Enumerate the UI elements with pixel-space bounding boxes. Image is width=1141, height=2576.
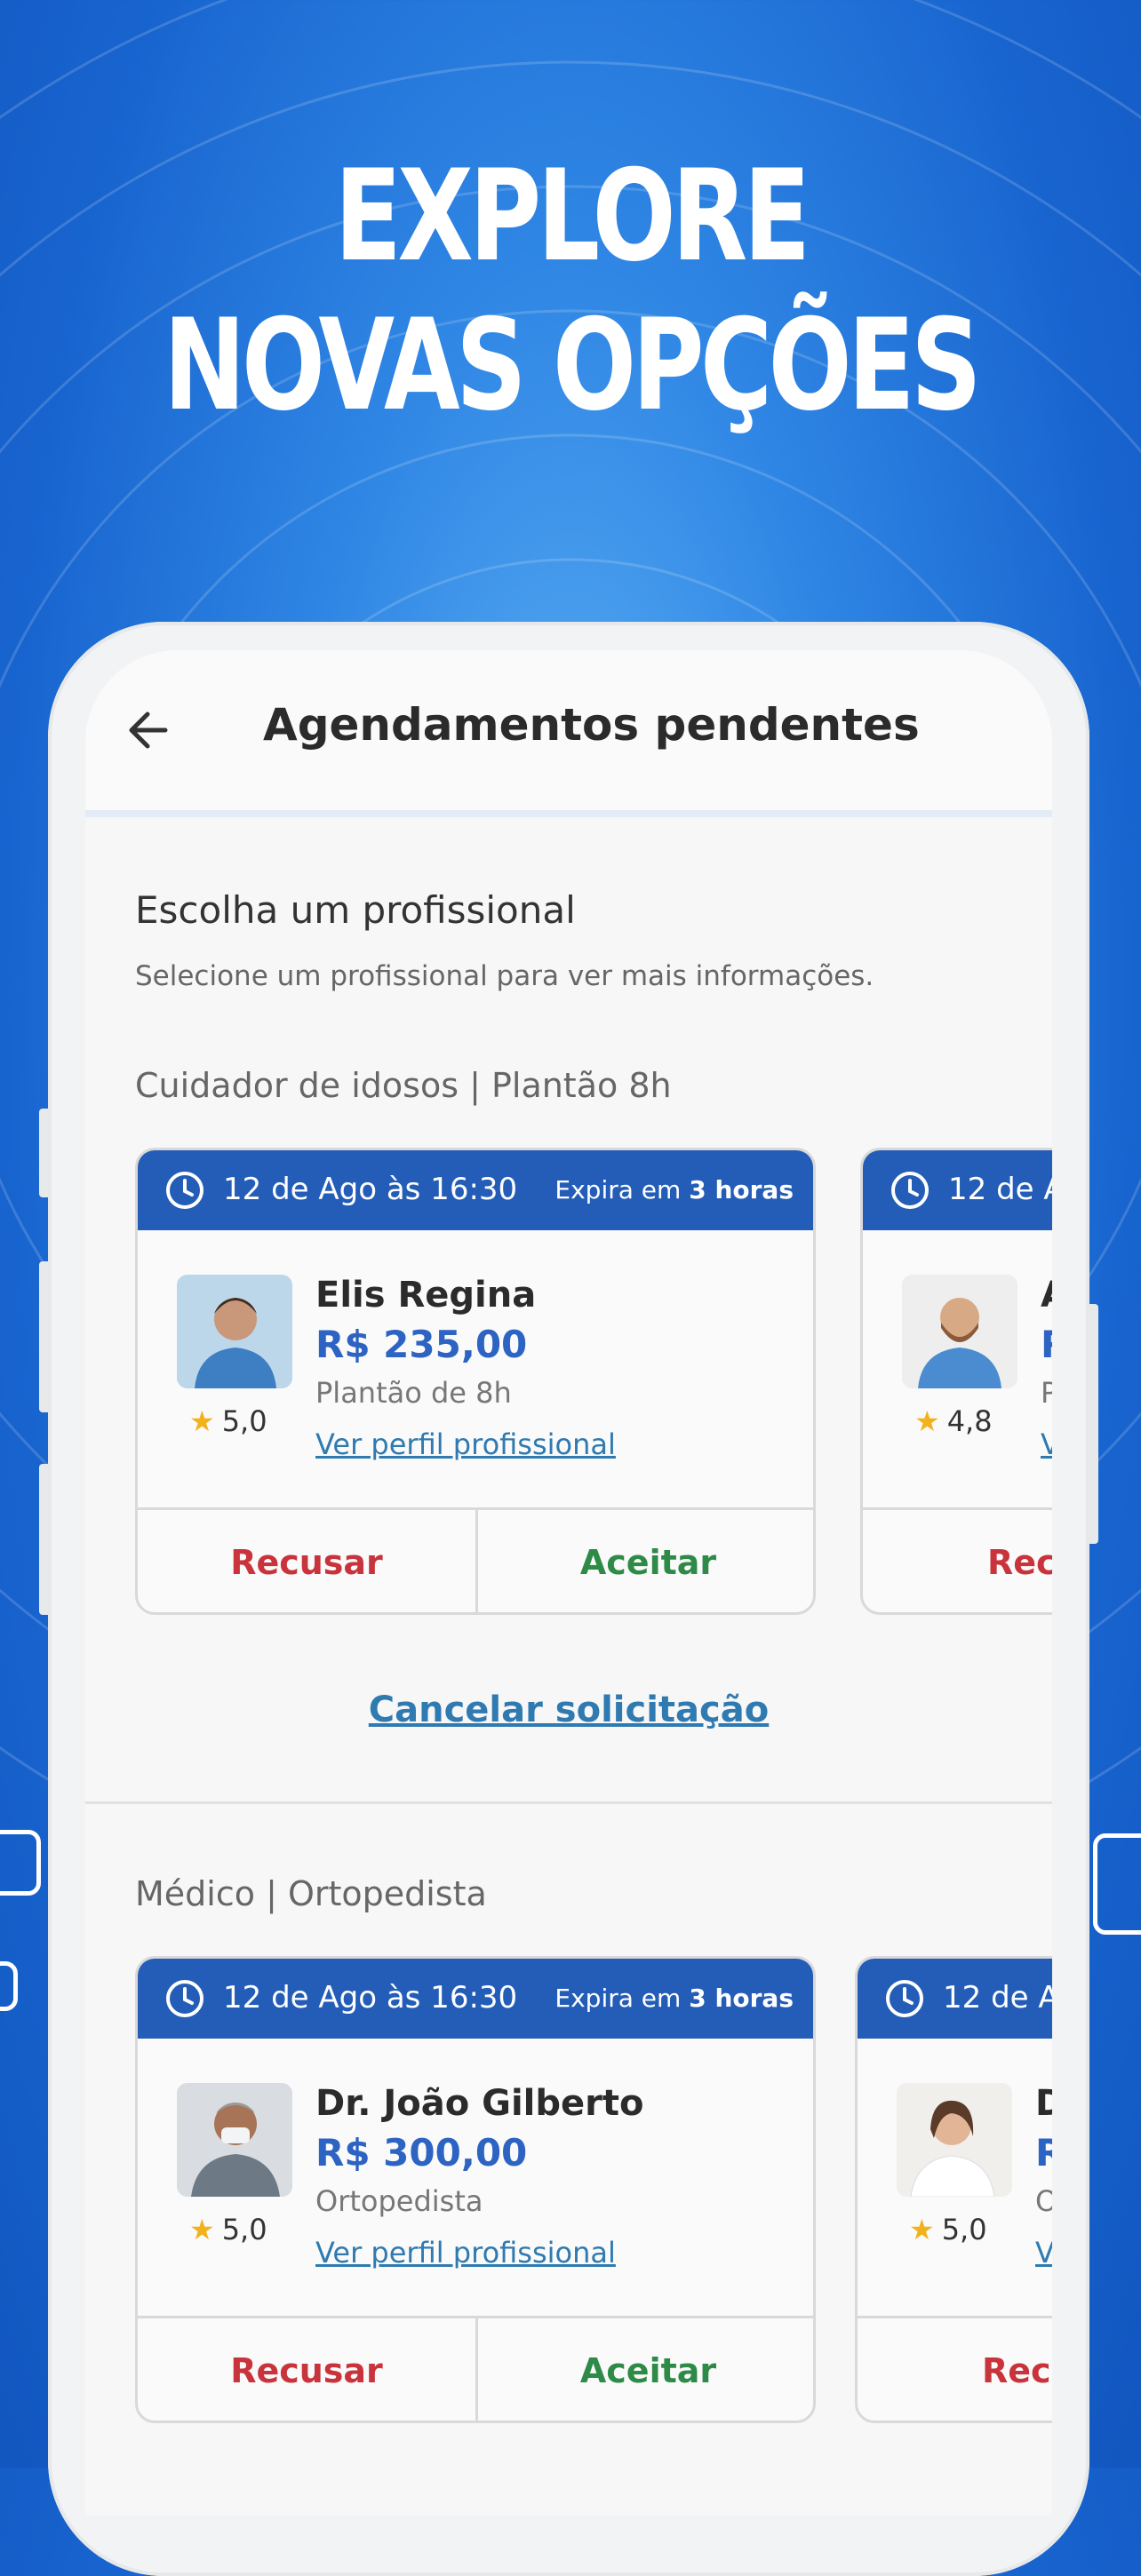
rating: ★ 5,0 [189,1404,267,1438]
page-title: Agendamentos pendentes [263,699,920,751]
card-actions: Recu [858,2316,1052,2421]
professional-card: 12 de Ago às 16:30 Expira em 3 horas ★ 5,… [135,1148,816,1615]
card-header: 12 de A [863,1150,1052,1230]
top-bar: Agendamentos pendentes [85,650,1052,817]
section-divider [85,1801,1052,1804]
card-date: 12 de Ag [943,1980,1052,2015]
professional-name: A [1041,1275,1052,1316]
rating: ★ 5,0 [189,2213,267,2246]
card-expiry: Expira em 3 horas [555,1175,794,1205]
decorative-side-shape [0,1830,41,1896]
headline-line-2: NOVAS OPÇÕES [163,292,982,439]
clock-icon [891,1172,929,1209]
card-header: 12 de Ago às 16:30 Expira em 3 horas [138,1959,813,2039]
professional-card: 12 de A ★4,8 A R P V Rec [860,1148,1052,1615]
avatar [177,2083,292,2197]
professional-price: R$ 300,00 [315,2131,528,2174]
card-date: 12 de A [948,1172,1052,1207]
avatar [177,1275,292,1388]
clock-icon [886,1980,923,2017]
card-header: 12 de Ago às 16:30 Expira em 3 horas [138,1150,813,1230]
rating: ★ 5,0 [909,2213,987,2246]
app-screen: Agendamentos pendentes Escolha um profis… [85,650,1052,2516]
professional-description: P [1041,1376,1052,1410]
rating: ★ 4,8 [914,1404,993,1438]
phone-power-button [1089,1304,1098,1544]
section-label-cuidador: Cuidador de idosos | Plantão 8h [135,1066,672,1105]
star-icon: ★ [189,2213,215,2246]
view-profile-link[interactable]: V [1041,1427,1052,1461]
card-actions: Recusar Aceitar [138,1507,813,1612]
card-date: 12 de Ago às 16:30 [223,1980,518,2015]
card-actions: Rec [863,1507,1052,1612]
professional-card: 12 de Ag ★5,0 D R O V Recu [855,1956,1052,2423]
phone-volume-button [39,1464,48,1615]
avatar [902,1275,1017,1388]
card-header: 12 de Ag [858,1959,1052,2039]
card-actions: Recusar Aceitar [138,2316,813,2421]
professional-description: Plantão de 8h [315,1376,512,1410]
refuse-button[interactable]: Recu [858,2318,1052,2421]
view-profile-link[interactable]: Ver perfil profissional [315,2236,616,2270]
card-date: 12 de Ago às 16:30 [223,1172,518,1207]
phone-volume-button [39,1261,48,1412]
headline-line-1: EXPLORE [334,143,810,290]
clock-icon [166,1172,203,1209]
professional-name: D [1035,2083,1052,2124]
professional-price: R$ 235,00 [315,1323,528,1366]
refuse-button[interactable]: Rec [863,1510,1052,1612]
phone-volume-button [39,1109,48,1197]
choose-title: Escolha um profissional [135,888,576,932]
professional-price: R [1035,2131,1052,2174]
professional-description: O [1035,2184,1052,2218]
section-label-medico: Médico | Ortopedista [135,1874,487,1913]
clock-icon [166,1980,203,2017]
decorative-side-shape [0,1961,18,2011]
accept-button[interactable]: Aceitar [478,1510,813,1612]
star-icon: ★ [914,1404,940,1438]
avatar [897,2083,1012,2197]
decorative-side-shape [1093,1833,1141,1935]
card-expiry: Expira em 3 horas [555,1984,794,2013]
star-icon: ★ [189,1404,215,1438]
choose-subtitle: Selecione um profissional para ver mais … [135,960,874,992]
refuse-button[interactable]: Recusar [138,1510,478,1612]
professional-name: Elis Regina [315,1275,537,1316]
star-icon: ★ [909,2213,935,2246]
accept-button[interactable]: Aceitar [478,2318,813,2421]
professional-description: Ortopedista [315,2184,483,2218]
view-profile-link[interactable]: V [1035,2236,1052,2270]
cancel-request-link[interactable]: Cancelar solicitação [85,1690,1052,1730]
refuse-button[interactable]: Recusar [138,2318,478,2421]
view-profile-link[interactable]: Ver perfil profissional [315,1427,616,1461]
headline: EXPLORE NOVAS OPÇÕES [125,142,1016,441]
professional-price: R [1041,1323,1052,1366]
professional-name: Dr. João Gilberto [315,2083,644,2124]
professional-card: 12 de Ago às 16:30 Expira em 3 horas ★ 5,… [135,1956,816,2423]
arrow-left-icon[interactable] [124,705,174,755]
